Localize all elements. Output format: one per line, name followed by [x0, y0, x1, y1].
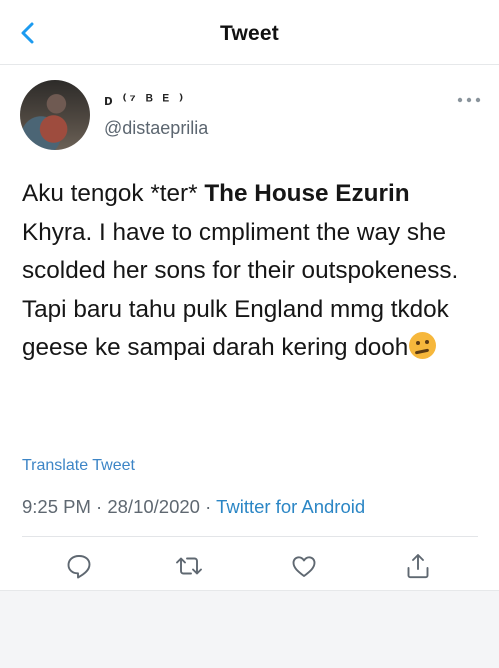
meta-separator: · — [90, 496, 108, 517]
tweet-meta: 9:25 PM · 28/10/2020 · Twitter for Andro… — [22, 496, 365, 518]
more-horizontal-icon[interactable] — [455, 92, 483, 108]
display-name[interactable]: ᴅ ⁽⁷ ᴮ ᴱ ⁾ — [104, 91, 186, 109]
top-nav-bar: Tweet — [0, 0, 499, 65]
heart-icon[interactable] — [289, 551, 319, 581]
tweet-text-bold: The House Ezurin — [204, 180, 410, 207]
avatar[interactable] — [20, 80, 90, 150]
page-title: Tweet — [220, 22, 279, 45]
thinking-face-emoji-icon — [409, 332, 437, 359]
tweet-card: ᴅ ⁽⁷ ᴮ ᴱ ⁾ @distaeprilia Aku tengok *ter… — [0, 65, 499, 591]
tweet-source-link[interactable]: Twitter for Android — [216, 496, 365, 517]
divider — [22, 536, 478, 537]
reply-icon[interactable] — [64, 551, 94, 581]
user-handle[interactable]: @distaeprilia — [104, 118, 208, 139]
tweet-time: 9:25 PM — [22, 496, 91, 517]
tweet-actions — [0, 551, 499, 585]
tweet-text-part: Aku tengok *ter* — [22, 180, 205, 207]
share-icon[interactable] — [403, 551, 433, 581]
tweet-text: Aku tengok *ter* The House Ezurin Khyra.… — [22, 175, 482, 368]
meta-separator: · — [199, 496, 217, 517]
retweet-icon[interactable] — [174, 551, 204, 581]
tweet-date: 28/10/2020 — [107, 496, 200, 517]
tweet-text-part: Khyra. I have to cmpliment the way she s… — [22, 218, 459, 362]
translate-tweet-link[interactable]: Translate Tweet — [22, 457, 135, 475]
